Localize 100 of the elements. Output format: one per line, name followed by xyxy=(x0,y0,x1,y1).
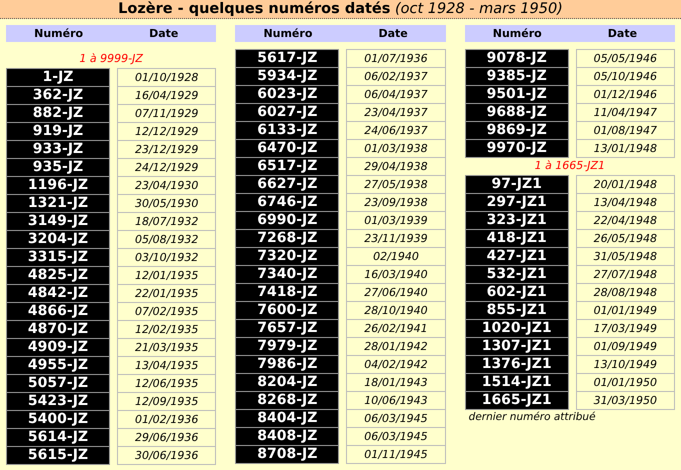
plate-number: 9078-JZ xyxy=(464,49,569,68)
plate-number: 919-JZ xyxy=(6,122,110,141)
plate-number: 1196-JZ xyxy=(6,176,110,195)
plate-number: 5934-JZ xyxy=(235,67,340,86)
date-cell: 23/09/1938 xyxy=(346,193,446,212)
date-cell: 23/12/1929 xyxy=(117,140,216,159)
date-cell: 01/01/1950 xyxy=(576,373,675,392)
plate-number: 6746-JZ xyxy=(235,193,340,212)
plate-number: 3315-JZ xyxy=(6,248,110,267)
date-cell: 16/03/1940 xyxy=(346,265,446,284)
date-cell: 01/12/1946 xyxy=(576,85,675,104)
plate-number: 323-JZ1 xyxy=(464,211,569,230)
plate-number: 5614-JZ xyxy=(6,428,110,447)
plate-number: 5423-JZ xyxy=(6,392,110,411)
date-cell: 24/06/1937 xyxy=(346,121,446,140)
date-cell: 12/06/1935 xyxy=(117,374,216,393)
date-cell: 06/03/1945 xyxy=(346,409,446,428)
date-cell: 27/05/1938 xyxy=(346,175,446,194)
date-cell: 01/07/1936 xyxy=(346,49,446,68)
plate-number: 602-JZ1 xyxy=(464,283,569,302)
date-cell: 30/05/1930 xyxy=(117,194,216,213)
date-cell: 23/04/1937 xyxy=(346,103,446,122)
date-cell: 16/04/1929 xyxy=(117,86,216,105)
page-title: Lozère - quelques numéros datés (oct 1928 - mars 1950) xyxy=(0,0,681,19)
date-cell: 05/10/1946 xyxy=(576,67,675,86)
plate-number: 5615-JZ xyxy=(6,446,110,465)
plate-number: 7320-JZ xyxy=(235,247,340,266)
column-header: Date xyxy=(377,26,409,42)
plate-number: 9688-JZ xyxy=(464,103,569,122)
plate-number: 4870-JZ xyxy=(6,320,110,339)
plate-number: 8268-JZ xyxy=(235,391,340,410)
date-cell: 05/05/1946 xyxy=(576,49,675,68)
date-cell: 28/10/1940 xyxy=(346,301,446,320)
date-cell: 01/03/1939 xyxy=(346,211,446,230)
footnote: dernier numéro attribué xyxy=(468,410,597,424)
date-cell: 05/08/1932 xyxy=(117,230,216,249)
date-cell: 23/04/1930 xyxy=(117,176,216,195)
date-cell: 20/01/1948 xyxy=(576,175,675,194)
plate-number: 882-JZ xyxy=(6,104,110,123)
plate-number: 5617-JZ xyxy=(235,49,340,68)
plate-number: 7986-JZ xyxy=(235,355,340,374)
plate-number: 855-JZ1 xyxy=(464,301,569,320)
date-cell: 18/07/1932 xyxy=(117,212,216,231)
plate-number: 4825-JZ xyxy=(6,266,110,285)
date-cell: 02/1940 xyxy=(346,247,446,266)
date-cell: 26/05/1948 xyxy=(576,229,675,248)
plate-number: 1-JZ xyxy=(6,68,110,87)
plate-number: 1514-JZ1 xyxy=(464,373,569,392)
column-header: Numéro xyxy=(492,26,543,42)
plate-number: 9501-JZ xyxy=(464,85,569,104)
column-header: Date xyxy=(606,26,638,42)
plate-number: 9869-JZ xyxy=(464,121,569,140)
plate-number: 418-JZ1 xyxy=(464,229,569,248)
date-cell: 27/07/1948 xyxy=(576,265,675,284)
date-cell: 07/02/1935 xyxy=(117,302,216,321)
plate-number: 6627-JZ xyxy=(235,175,340,194)
date-cell: 01/09/1949 xyxy=(576,337,675,356)
date-cell: 23/11/1939 xyxy=(346,229,446,248)
date-cell: 13/10/1949 xyxy=(576,355,675,374)
date-cell: 13/04/1948 xyxy=(576,193,675,212)
plate-number: 6023-JZ xyxy=(235,85,340,104)
plate-number: 1665-JZ1 xyxy=(464,391,569,410)
plate-number: 297-JZ1 xyxy=(464,193,569,212)
date-cell: 29/04/1938 xyxy=(346,157,446,176)
plate-number: 3204-JZ xyxy=(6,230,110,249)
date-cell: 28/08/1948 xyxy=(576,283,675,302)
date-cell: 29/06/1936 xyxy=(117,428,216,447)
plate-number: 8404-JZ xyxy=(235,409,340,428)
date-cell: 17/03/1949 xyxy=(576,319,675,338)
range-label: 1 à 1665-JZ1 xyxy=(534,159,606,173)
date-cell: 12/09/1935 xyxy=(117,392,216,411)
plate-number: 933-JZ xyxy=(6,140,110,159)
plate-number: 1020-JZ1 xyxy=(464,319,569,338)
date-cell: 13/04/1935 xyxy=(117,356,216,375)
date-cell: 06/03/1945 xyxy=(346,427,446,446)
date-cell: 06/02/1937 xyxy=(346,67,446,86)
plate-number: 6133-JZ xyxy=(235,121,340,140)
plate-number: 4955-JZ xyxy=(6,356,110,375)
plate-number: 427-JZ1 xyxy=(464,247,569,266)
date-cell: 13/01/1948 xyxy=(576,139,675,158)
plate-number: 7340-JZ xyxy=(235,265,340,284)
date-cell: 04/02/1942 xyxy=(346,355,446,374)
column-header: Numéro xyxy=(33,26,84,42)
plate-number: 7979-JZ xyxy=(235,337,340,356)
plate-number: 97-JZ1 xyxy=(464,175,569,194)
date-cell: 01/03/1938 xyxy=(346,139,446,158)
date-cell: 31/03/1950 xyxy=(576,391,675,410)
date-cell: 12/01/1935 xyxy=(117,266,216,285)
date-cell: 28/01/1942 xyxy=(346,337,446,356)
plate-number: 9970-JZ xyxy=(464,139,569,158)
plate-number: 5057-JZ xyxy=(6,374,110,393)
plate-number: 8408-JZ xyxy=(235,427,340,446)
date-cell: 01/10/1928 xyxy=(117,68,216,87)
date-cell: 12/02/1935 xyxy=(117,320,216,339)
date-cell: 12/12/1929 xyxy=(117,122,216,141)
plate-number: 1321-JZ xyxy=(6,194,110,213)
plate-number: 6470-JZ xyxy=(235,139,340,158)
date-cell: 18/01/1943 xyxy=(346,373,446,392)
plate-number: 532-JZ1 xyxy=(464,265,569,284)
plate-number: 7268-JZ xyxy=(235,229,340,248)
